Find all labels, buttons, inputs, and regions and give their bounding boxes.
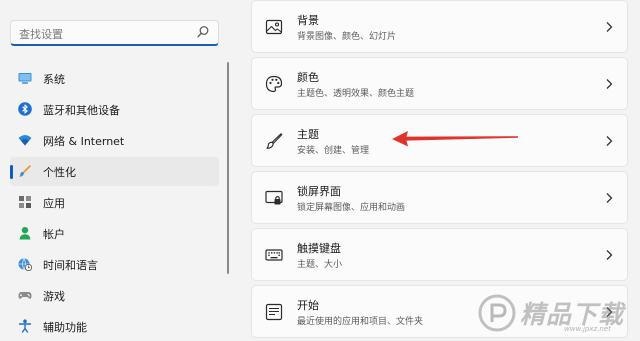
nav-item-label: 蓝牙和其他设备 [43,104,120,117]
nav-item-label: 时间和语言 [43,259,98,272]
nav-item-accessibility[interactable]: 辅助功能 [10,312,219,341]
nav-item-label: 帐户 [43,228,65,241]
card-subtitle: 最近使用的应用和项目、文件夹 [297,317,424,327]
card-subtitle: 主题、大小 [297,260,343,270]
card-title: 颜色 [297,71,319,84]
selection-indicator [10,165,13,179]
watermark-logo-icon [478,294,516,332]
nav-item-time-language[interactable]: 时间和语言 [10,250,219,279]
monitor-icon [18,73,32,84]
lock-screen-icon [265,190,283,205]
nav-item-label: 游戏 [43,290,65,303]
card-colors[interactable]: 颜色 主题色、透明效果、颜色主题 [251,57,628,110]
navigation-pane: 系统 蓝牙和其他设备 网络 & Internet 个性化 [0,0,232,336]
brush-icon [266,133,283,149]
accessibility-icon [18,319,32,333]
chevron-right-icon [606,250,613,260]
nav-item-bluetooth[interactable]: 蓝牙和其他设备 [10,95,219,124]
watermark-url: www.jpxz.net [564,325,611,333]
search-box[interactable] [10,20,219,46]
search-icon[interactable] [196,25,210,39]
card-title: 触摸键盘 [297,242,341,255]
nav-item-system[interactable]: 系统 [10,64,219,93]
brush-icon [19,165,31,177]
watermark: 精品下载 www.jpxz.net [478,292,640,336]
nav-item-label: 网络 & Internet [43,135,125,148]
chevron-right-icon [606,79,613,89]
gamepad-icon [18,292,32,299]
nav-item-gaming[interactable]: 游戏 [10,281,219,310]
chevron-right-icon [606,136,613,146]
keyboard-icon [265,249,283,261]
nav-item-label: 系统 [43,73,65,86]
card-title: 背景 [297,14,319,27]
globe-clock-icon [18,258,32,271]
search-input[interactable] [17,24,196,44]
card-title: 开始 [297,299,319,312]
start-menu-icon [265,303,283,321]
annotation-arrow [392,131,518,147]
nav-item-label: 应用 [43,197,65,210]
nav-item-personalization[interactable]: 个性化 [10,157,219,186]
bluetooth-icon [18,102,32,116]
card-lock-screen[interactable]: 锁屏界面 锁定屏幕图像、应用和动画 [251,171,628,224]
chevron-right-icon [606,193,613,203]
apps-icon [19,196,31,208]
nav-item-label: 个性化 [43,166,76,179]
image-icon [265,19,283,35]
nav-item-network[interactable]: 网络 & Internet [10,126,219,155]
card-title: 主题 [297,128,319,141]
card-touch-keyboard[interactable]: 触摸键盘 主题、大小 [251,228,628,281]
palette-icon [265,75,283,93]
nav-item-apps[interactable]: 应用 [10,188,219,217]
card-subtitle: 背景图像、颜色、幻灯片 [297,32,397,42]
card-title: 锁屏界面 [297,185,341,198]
card-subtitle: 安装、创建、管理 [297,146,370,156]
card-background[interactable]: 背景 背景图像、颜色、幻灯片 [251,0,628,53]
nav-item-label: 辅助功能 [43,321,87,334]
card-subtitle: 锁定屏幕图像、应用和动画 [297,203,406,213]
nav-scrollbar[interactable] [227,62,229,274]
wifi-icon [18,135,32,146]
card-subtitle: 主题色、透明效果、颜色主题 [297,89,415,99]
chevron-right-icon [606,22,613,32]
account-icon [19,227,31,240]
nav-item-accounts[interactable]: 帐户 [10,219,219,248]
